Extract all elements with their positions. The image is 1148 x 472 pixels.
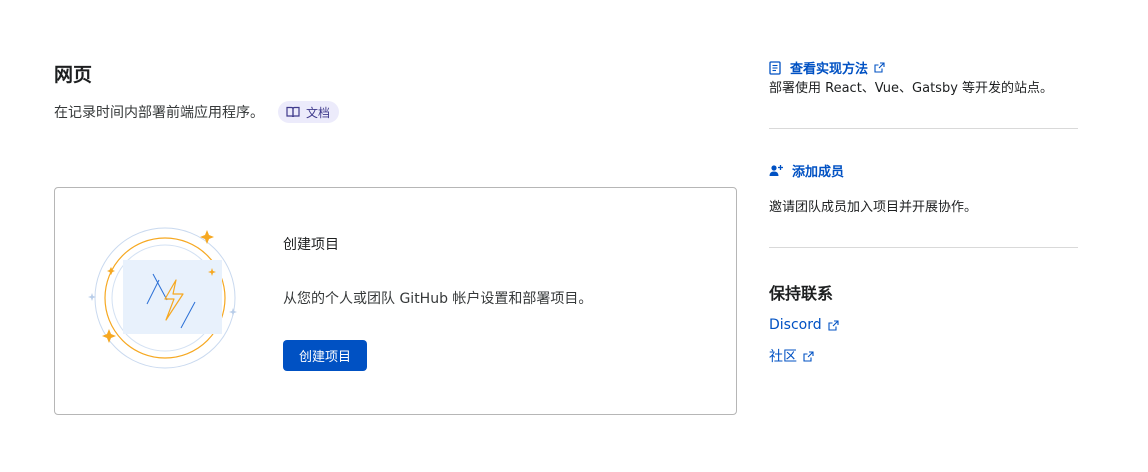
community-link[interactable]: 社区 [769,346,814,366]
divider [769,128,1078,129]
document-icon [769,60,781,75]
discord-link-label: Discord [769,317,822,333]
contact-title: 保持联系 [769,284,834,303]
page-subtitle: 在记录时间内部署前端应用程序。 [54,105,264,121]
pages-overview: 网页 在记录时间内部署前端应用程序。 文档 创建项目 从您的个人或团队 GitH… [0,0,1148,472]
create-project-card: 创建项目 从您的个人或团队 GitHub 帐户设置和部署项目。 创建项目 [54,187,737,415]
page-title: 网页 [54,64,93,86]
create-project-button[interactable]: 创建项目 [283,340,368,371]
card-title: 创建项目 [283,237,339,253]
howto-link-label: 查看实现方法 [790,62,869,77]
howto-description: 部署使用 React、Vue、Gatsby 等开发的站点。 [769,81,1054,96]
external-link-icon [803,350,814,362]
divider [769,247,1078,248]
community-link-label: 社区 [769,349,797,365]
subtitle-row: 在记录时间内部署前端应用程序。 文档 [54,101,340,123]
add-user-icon [769,165,783,176]
docs-link-label: 文档 [306,105,331,120]
discord-link[interactable]: Discord [769,317,839,333]
members-description: 邀请团队成员加入项目并开展协作。 [769,200,978,215]
howto-link[interactable]: 查看实现方法 [769,58,885,77]
docs-link[interactable]: 文档 [278,101,340,123]
add-member-label: 添加成员 [792,165,845,180]
external-link-icon [874,62,885,73]
lightning-illustration [88,227,237,369]
external-link-icon [828,319,839,331]
add-member-link[interactable]: 添加成员 [769,161,844,180]
card-description: 从您的个人或团队 GitHub 帐户设置和部署项目。 [283,291,593,307]
book-icon [286,106,300,118]
